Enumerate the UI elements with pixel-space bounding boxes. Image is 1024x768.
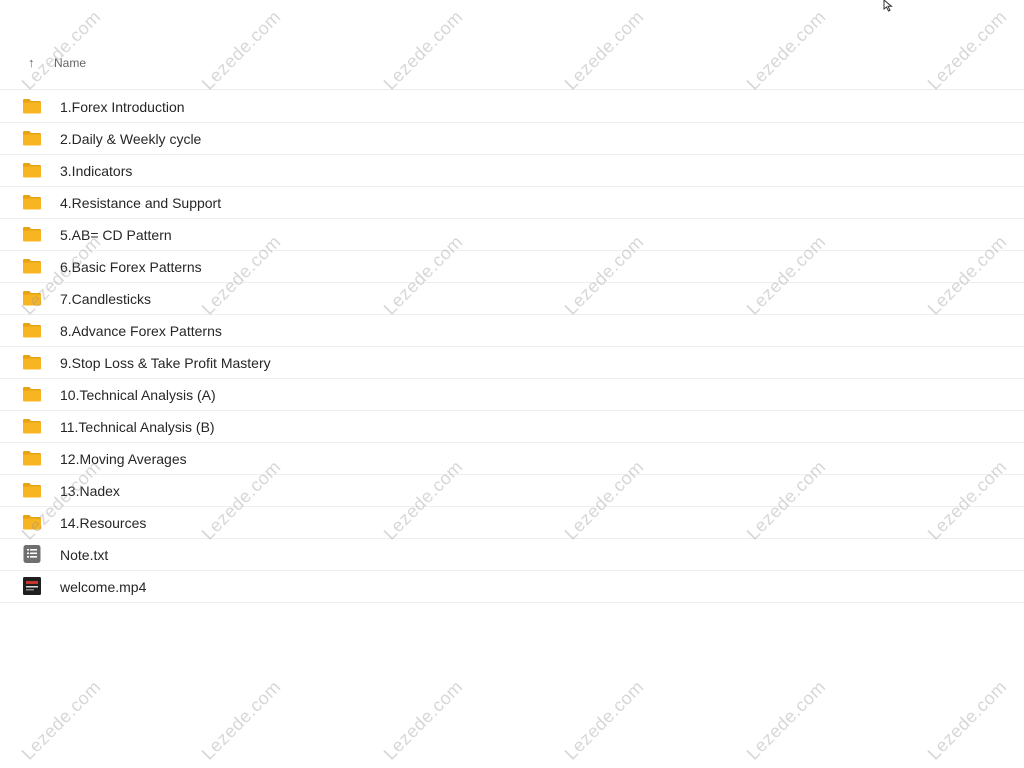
- folder-row[interactable]: 2.Daily & Weekly cycle: [0, 123, 1024, 155]
- watermark-text: Lezede.com: [742, 676, 830, 764]
- folder-icon: [23, 226, 41, 242]
- folder-row[interactable]: 7.Candlesticks: [0, 283, 1024, 315]
- folder-row[interactable]: 5.AB= CD Pattern: [0, 219, 1024, 251]
- watermark-text: Lezede.com: [923, 676, 1011, 764]
- folder-row[interactable]: 14.Resources: [0, 507, 1024, 539]
- item-name: 9.Stop Loss & Take Profit Mastery: [60, 355, 271, 371]
- item-name: 7.Candlesticks: [60, 291, 152, 307]
- item-name: 8.Advance Forex Patterns: [60, 323, 222, 339]
- folder-icon: [23, 322, 41, 338]
- folder-row[interactable]: 8.Advance Forex Patterns: [0, 315, 1024, 347]
- folder-row[interactable]: 3.Indicators: [0, 155, 1024, 187]
- item-name: 3.Indicators: [60, 163, 133, 179]
- folder-icon: [23, 482, 41, 498]
- folder-row[interactable]: 4.Resistance and Support: [0, 187, 1024, 219]
- folder-row[interactable]: 10.Technical Analysis (A): [0, 379, 1024, 411]
- folder-icon: [23, 290, 41, 306]
- folder-row[interactable]: 6.Basic Forex Patterns: [0, 251, 1024, 283]
- item-name: 2.Daily & Weekly cycle: [60, 131, 202, 147]
- folder-icon: [23, 130, 41, 146]
- item-name: 1.Forex Introduction: [60, 99, 185, 115]
- file-row[interactable]: welcome.mp4: [0, 571, 1024, 603]
- folder-icon: [23, 386, 41, 402]
- item-name: welcome.mp4: [60, 579, 147, 595]
- item-name: Note.txt: [60, 547, 109, 563]
- folder-icon: [23, 418, 41, 434]
- watermark-text: Lezede.com: [197, 676, 285, 764]
- watermark-text: Lezede.com: [560, 676, 648, 764]
- name-column-header[interactable]: Name: [54, 56, 86, 70]
- item-name: 12.Moving Averages: [60, 451, 187, 467]
- item-name: 6.Basic Forex Patterns: [60, 259, 202, 275]
- folder-icon: [23, 514, 41, 530]
- folder-icon: [23, 194, 41, 210]
- text-file-icon: [23, 545, 41, 563]
- item-name: 11.Technical Analysis (B): [60, 419, 215, 435]
- item-name: 5.AB= CD Pattern: [60, 227, 172, 243]
- folder-row[interactable]: 9.Stop Loss & Take Profit Mastery: [0, 347, 1024, 379]
- folder-icon: [23, 258, 41, 274]
- folder-icon: [23, 162, 41, 178]
- folder-icon: [23, 450, 41, 466]
- folder-row[interactable]: 13.Nadex: [0, 475, 1024, 507]
- video-file-icon: [23, 577, 41, 595]
- item-name: 13.Nadex: [60, 483, 120, 499]
- file-list: 1.Forex Introduction 2.Daily & Weekly cyc…: [0, 91, 1024, 603]
- folder-row[interactable]: 11.Technical Analysis (B): [0, 411, 1024, 443]
- list-header: ↑ Name: [0, 50, 1024, 90]
- folder-icon: [23, 354, 41, 370]
- folder-row[interactable]: 1.Forex Introduction: [0, 91, 1024, 123]
- sort-ascending-icon[interactable]: ↑: [28, 55, 35, 70]
- folder-icon: [23, 98, 41, 114]
- watermark-text: Lezede.com: [379, 676, 467, 764]
- item-name: 14.Resources: [60, 515, 147, 531]
- file-row[interactable]: Note.txt: [0, 539, 1024, 571]
- mouse-cursor-icon: [883, 0, 893, 12]
- watermark-text: Lezede.com: [17, 676, 105, 764]
- item-name: 10.Technical Analysis (A): [60, 387, 216, 403]
- item-name: 4.Resistance and Support: [60, 195, 222, 211]
- folder-row[interactable]: 12.Moving Averages: [0, 443, 1024, 475]
